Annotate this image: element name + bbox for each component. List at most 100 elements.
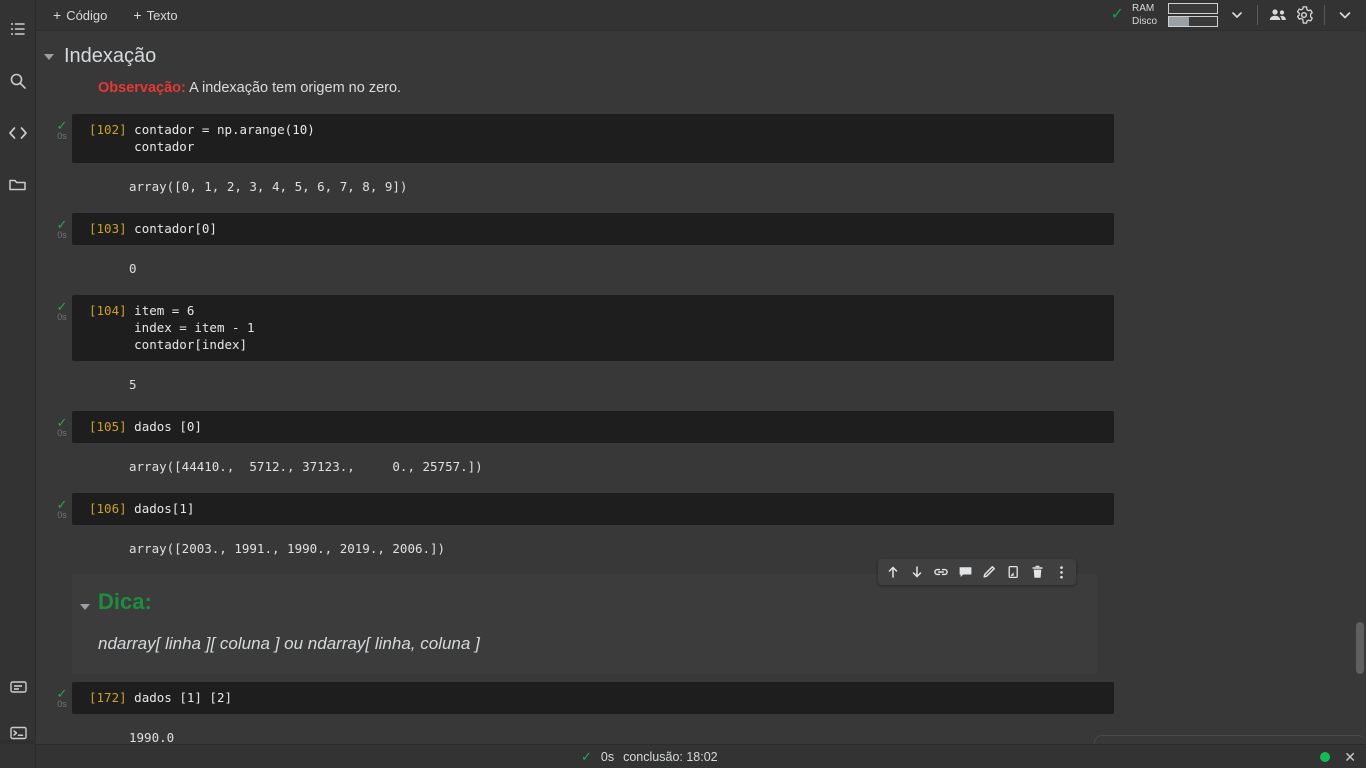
link-to-cell-icon[interactable] xyxy=(930,561,952,583)
code-line: index = item - 1 xyxy=(72,319,1114,336)
text-cell-selected[interactable]: Dica: ndarray[ linha ][ coluna ] ou ndar… xyxy=(72,574,1098,674)
cell-success-check-icon: ✓ xyxy=(56,299,68,314)
left-sidebar-rail xyxy=(0,0,36,768)
disk-meter-label: Disco xyxy=(1132,16,1158,27)
toolbar-divider xyxy=(1324,5,1325,25)
code-editor[interactable]: [106] dados[1] xyxy=(72,493,1114,525)
vertical-scrollbar[interactable] xyxy=(1354,62,1366,720)
cell-runtime-label: 0s xyxy=(57,428,67,438)
cell-execution-gutter[interactable]: ✓ 0s xyxy=(53,118,71,142)
cell-execution-gutter[interactable]: ✓ 0s xyxy=(53,415,71,439)
move-cell-down-icon[interactable] xyxy=(906,561,928,583)
move-cell-up-icon[interactable] xyxy=(882,561,904,583)
code-line: contador xyxy=(72,138,1114,155)
disk-meter: Disco xyxy=(1132,16,1218,27)
code-text: contador[0] xyxy=(134,221,217,236)
cell-success-check-icon: ✓ xyxy=(56,415,68,430)
code-line: contador[index] xyxy=(72,336,1114,353)
page-title: Indexação xyxy=(64,45,157,67)
gear-icon[interactable] xyxy=(1291,2,1317,28)
cell-runtime-label: 0s xyxy=(57,699,67,709)
execution-status: ✓ 0s conclusão: 18:02 xyxy=(581,749,718,765)
connected-check-icon: ✓ xyxy=(1110,6,1124,23)
observation-note: Observação: A indexação tem origem no ze… xyxy=(98,80,1366,96)
code-editor[interactable]: [104] item = 6 index = item - 1 contador… xyxy=(72,295,1114,361)
collapse-caret-icon[interactable] xyxy=(44,53,54,60)
chevron-down-icon[interactable] xyxy=(1224,2,1250,28)
more-options-icon[interactable] xyxy=(1050,561,1072,583)
cell-success-check-icon: ✓ xyxy=(56,217,68,232)
resource-meters[interactable]: RAM Disco xyxy=(1130,3,1220,27)
search-icon[interactable] xyxy=(0,58,36,104)
status-check-icon: ✓ xyxy=(581,748,592,764)
ram-meter-label: RAM xyxy=(1132,3,1155,14)
code-cell[interactable]: ✓ 0s [102] contador = np.arange(10) cont… xyxy=(57,114,1114,209)
disk-meter-fill xyxy=(1169,17,1190,26)
cell-execution-gutter[interactable]: ✓ 0s xyxy=(53,217,71,241)
cell-action-toolbar[interactable] xyxy=(878,559,1076,585)
cell-runtime-label: 0s xyxy=(57,510,67,520)
tip-body-text: ndarray[ linha ][ coluna ] ou ndarray[ l… xyxy=(98,634,480,653)
cell-execution-gutter[interactable]: ✓ 0s xyxy=(53,299,71,323)
tip-heading: Dica: xyxy=(98,589,152,614)
cell-output: array([0, 1, 2, 3, 4, 5, 6, 7, 8, 9]) xyxy=(72,163,1114,209)
plus-icon: + xyxy=(133,7,142,23)
notebook-scroll-area[interactable]: Indexação Observação: A indexação tem or… xyxy=(36,31,1366,744)
add-code-cell-label: Código xyxy=(66,7,108,23)
code-line: [105] dados [0] xyxy=(72,418,1114,435)
cell-execution-gutter[interactable]: ✓ 0s xyxy=(53,497,71,521)
share-people-icon[interactable] xyxy=(1265,2,1291,28)
ram-meter-track xyxy=(1168,3,1218,14)
code-cell[interactable]: ✓ 0s [105] dados [0] array([44410., 5712… xyxy=(57,411,1114,489)
cell-prompt-label: [106] xyxy=(89,501,127,516)
cell-runtime-label: 0s xyxy=(57,230,67,240)
expand-chevron-icon[interactable] xyxy=(1332,2,1358,28)
code-text: dados [1] [2] xyxy=(134,690,233,705)
toolbar-divider xyxy=(1257,5,1258,25)
section-header[interactable]: Indexação xyxy=(44,45,1366,68)
code-cell[interactable]: ✓ 0s [104] item = 6 index = item - 1 con… xyxy=(57,295,1114,407)
bottom-panel-edge xyxy=(1094,735,1366,744)
code-line: [103] contador[0] xyxy=(72,220,1114,237)
code-text: dados[1] xyxy=(134,501,195,516)
add-text-cell-button[interactable]: + Texto xyxy=(124,5,186,26)
code-text: item = 6 xyxy=(134,303,195,318)
observation-warn-label: Observação: xyxy=(98,80,186,96)
cell-prompt-label: [103] xyxy=(89,221,127,236)
edit-icon[interactable] xyxy=(978,561,1000,583)
cell-prompt-label: [102] xyxy=(89,122,127,137)
code-cell[interactable]: ✓ 0s [172] dados [1] [2] 1990.0 xyxy=(57,682,1114,744)
notebook-toolbar: + Código + Texto ✓ RAM Disco xyxy=(36,0,1366,31)
collapse-caret-icon[interactable] xyxy=(80,604,90,610)
elapsed-time-label: 0s xyxy=(600,749,615,764)
command-palette-icon[interactable] xyxy=(0,664,36,710)
status-bar: ✓ 0s conclusão: 18:02 ✕ xyxy=(36,744,1366,768)
ram-meter: RAM xyxy=(1132,3,1218,14)
cell-output: array([44410., 5712., 37123., 0., 25757.… xyxy=(72,443,1114,489)
cell-prompt-label: [104] xyxy=(89,303,127,318)
code-editor[interactable]: [172] dados [1] [2] xyxy=(72,682,1114,714)
copy-cell-icon[interactable] xyxy=(1002,561,1024,583)
close-icon[interactable]: ✕ xyxy=(1344,750,1356,764)
completion-time-label: conclusão: 18:02 xyxy=(623,749,718,764)
code-editor[interactable]: [103] contador[0] xyxy=(72,213,1114,245)
table-of-contents-icon[interactable] xyxy=(0,6,36,52)
code-editor[interactable]: [102] contador = np.arange(10) contador xyxy=(72,114,1114,163)
add-code-cell-button[interactable]: + Código xyxy=(44,5,116,26)
code-editor[interactable]: [105] dados [0] xyxy=(72,411,1114,443)
comment-icon[interactable] xyxy=(954,561,976,583)
code-snippets-icon[interactable] xyxy=(0,110,36,156)
cell-execution-gutter[interactable]: ✓ 0s xyxy=(53,687,71,710)
files-icon[interactable] xyxy=(0,162,36,208)
cell-runtime-label: 0s xyxy=(57,131,67,141)
code-text: index = item - 1 xyxy=(134,320,255,335)
cell-runtime-label: 0s xyxy=(57,312,67,322)
scrollbar-thumb[interactable] xyxy=(1356,622,1364,674)
notebook-content: Indexação Observação: A indexação tem or… xyxy=(36,45,1366,744)
cell-output: 0 xyxy=(72,245,1114,291)
delete-cell-icon[interactable] xyxy=(1026,561,1048,583)
code-cell[interactable]: ✓ 0s [103] contador[0] 0 xyxy=(57,213,1114,291)
cell-success-check-icon: ✓ xyxy=(56,118,68,133)
cell-success-check-icon: ✓ xyxy=(56,497,68,512)
terminal-icon[interactable] xyxy=(0,710,36,756)
